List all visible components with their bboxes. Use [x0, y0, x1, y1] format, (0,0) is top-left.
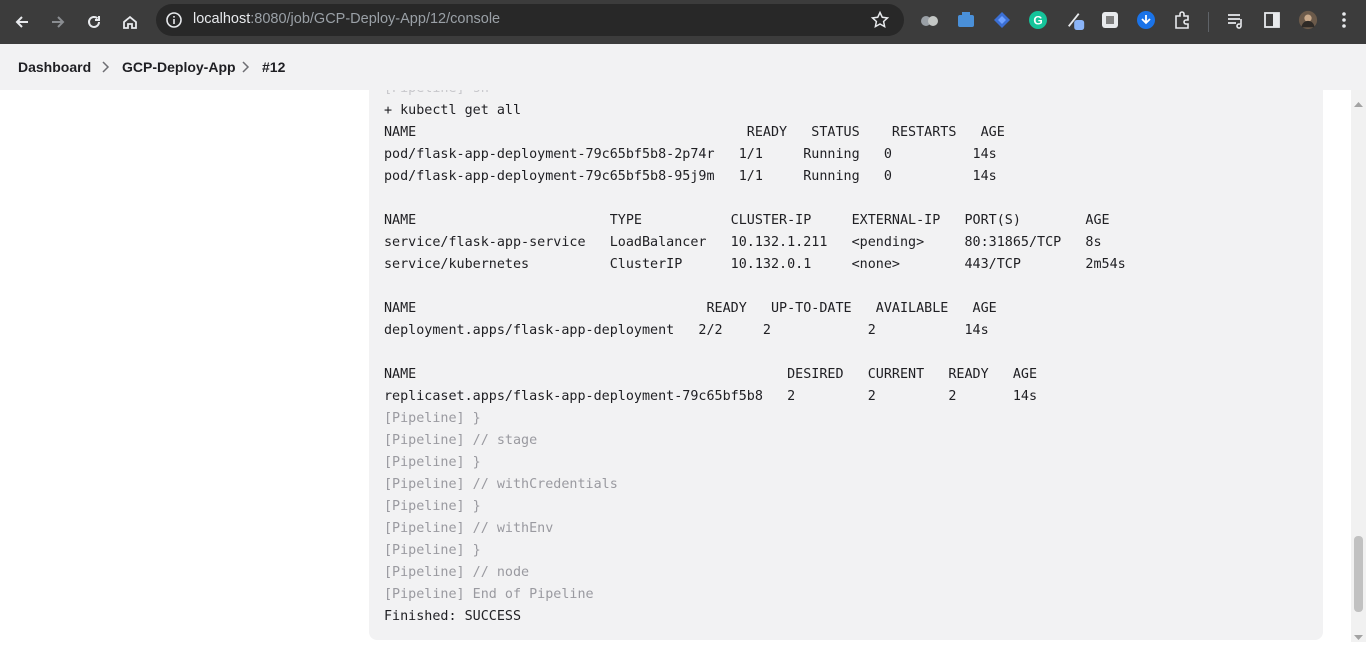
scroll-down-icon[interactable] — [1354, 628, 1363, 640]
chevron-right-icon — [100, 60, 112, 74]
console-line: [Pipeline] // withCredentials — [384, 477, 618, 492]
download-icon[interactable] — [1136, 10, 1156, 30]
console-line: [Pipeline] // stage — [384, 433, 538, 448]
browser-toolbar: localhost:8080/job/GCP-Deploy-App/12/con… — [0, 0, 1366, 44]
console-output: [Pipeline] sh + kubectl get all NAME READY… — [369, 90, 1323, 640]
console-line: service/flask-app-service LoadBalancer 1… — [384, 235, 1102, 250]
address-bar[interactable]: localhost:8080/job/GCP-Deploy-App/12/con… — [156, 4, 904, 36]
console-line: NAME READY STATUS RESTARTS AGE — [384, 125, 1005, 140]
more-menu-icon[interactable] — [1334, 10, 1354, 30]
console-line: NAME DESIRED CURRENT READY AGE — [384, 367, 1038, 382]
toolbar-divider — [1208, 12, 1209, 32]
extension-icon[interactable] — [1066, 10, 1086, 30]
media-queue-icon[interactable] — [1226, 10, 1246, 30]
scroll-up-icon[interactable] — [1354, 94, 1363, 107]
console-line: NAME READY UP-TO-DATE AVAILABLE AGE — [384, 301, 997, 316]
scroll-thumb[interactable] — [1354, 536, 1363, 612]
console-line: [Pipeline] sh — [384, 90, 1126, 100]
console-line: pod/flask-app-deployment-79c65bf5b8-95j9… — [384, 169, 997, 184]
console-line: Finished: SUCCESS — [384, 609, 522, 624]
url-text: localhost:8080/job/GCP-Deploy-App/12/con… — [193, 11, 500, 27]
back-icon[interactable] — [8, 8, 36, 36]
side-panel-icon[interactable] — [1262, 10, 1282, 30]
page-scrollbar[interactable] — [1351, 90, 1366, 642]
forward-icon[interactable] — [44, 8, 72, 36]
console-lines: [Pipeline] sh + kubectl get all NAME READY… — [384, 90, 1126, 628]
info-icon[interactable] — [164, 10, 184, 30]
avatar[interactable] — [1298, 10, 1318, 30]
extension-icon[interactable] — [992, 10, 1012, 30]
extension-icon[interactable] — [920, 10, 940, 30]
breadcrumb: Dashboard GCP-Deploy-App #12 — [0, 44, 1366, 90]
console-line: [Pipeline] } — [384, 543, 481, 558]
home-icon[interactable] — [116, 8, 144, 36]
grammarly-icon[interactable]: G — [1028, 10, 1048, 30]
extension-icon[interactable] — [956, 10, 976, 30]
console-line: [Pipeline] End of Pipeline — [384, 587, 594, 602]
extension-icon[interactable] — [1100, 10, 1120, 30]
puzzle-icon[interactable] — [1172, 10, 1192, 30]
console-line: deployment.apps/flask-app-deployment 2/2… — [384, 323, 989, 338]
console-line: service/kubernetes ClusterIP 10.132.0.1 … — [384, 257, 1126, 272]
console-line: [Pipeline] } — [384, 411, 481, 426]
breadcrumb-dashboard[interactable]: Dashboard — [18, 59, 91, 75]
url-host: localhost — [193, 11, 251, 27]
chevron-right-icon — [240, 60, 252, 74]
breadcrumb-build[interactable]: #12 — [262, 59, 285, 75]
console-line: NAME TYPE CLUSTER-IP EXTERNAL-IP PORT(S)… — [384, 213, 1110, 228]
url-path: :8080/job/GCP-Deploy-App/12/console — [250, 11, 501, 27]
breadcrumb-job[interactable]: GCP-Deploy-App — [122, 59, 236, 75]
console-line: [Pipeline] // withEnv — [384, 521, 554, 536]
svg-text:G: G — [1033, 14, 1042, 28]
console-line: replicaset.apps/flask-app-deployment-79c… — [384, 389, 1038, 404]
console-line: [Pipeline] } — [384, 455, 481, 470]
reload-icon[interactable] — [80, 8, 108, 36]
console-line: + kubectl get all — [384, 103, 522, 118]
console-line: [Pipeline] } — [384, 499, 481, 514]
bookmark-star-icon[interactable] — [870, 10, 890, 30]
console-line: [Pipeline] // node — [384, 565, 530, 580]
console-line: pod/flask-app-deployment-79c65bf5b8-2p74… — [384, 147, 997, 162]
